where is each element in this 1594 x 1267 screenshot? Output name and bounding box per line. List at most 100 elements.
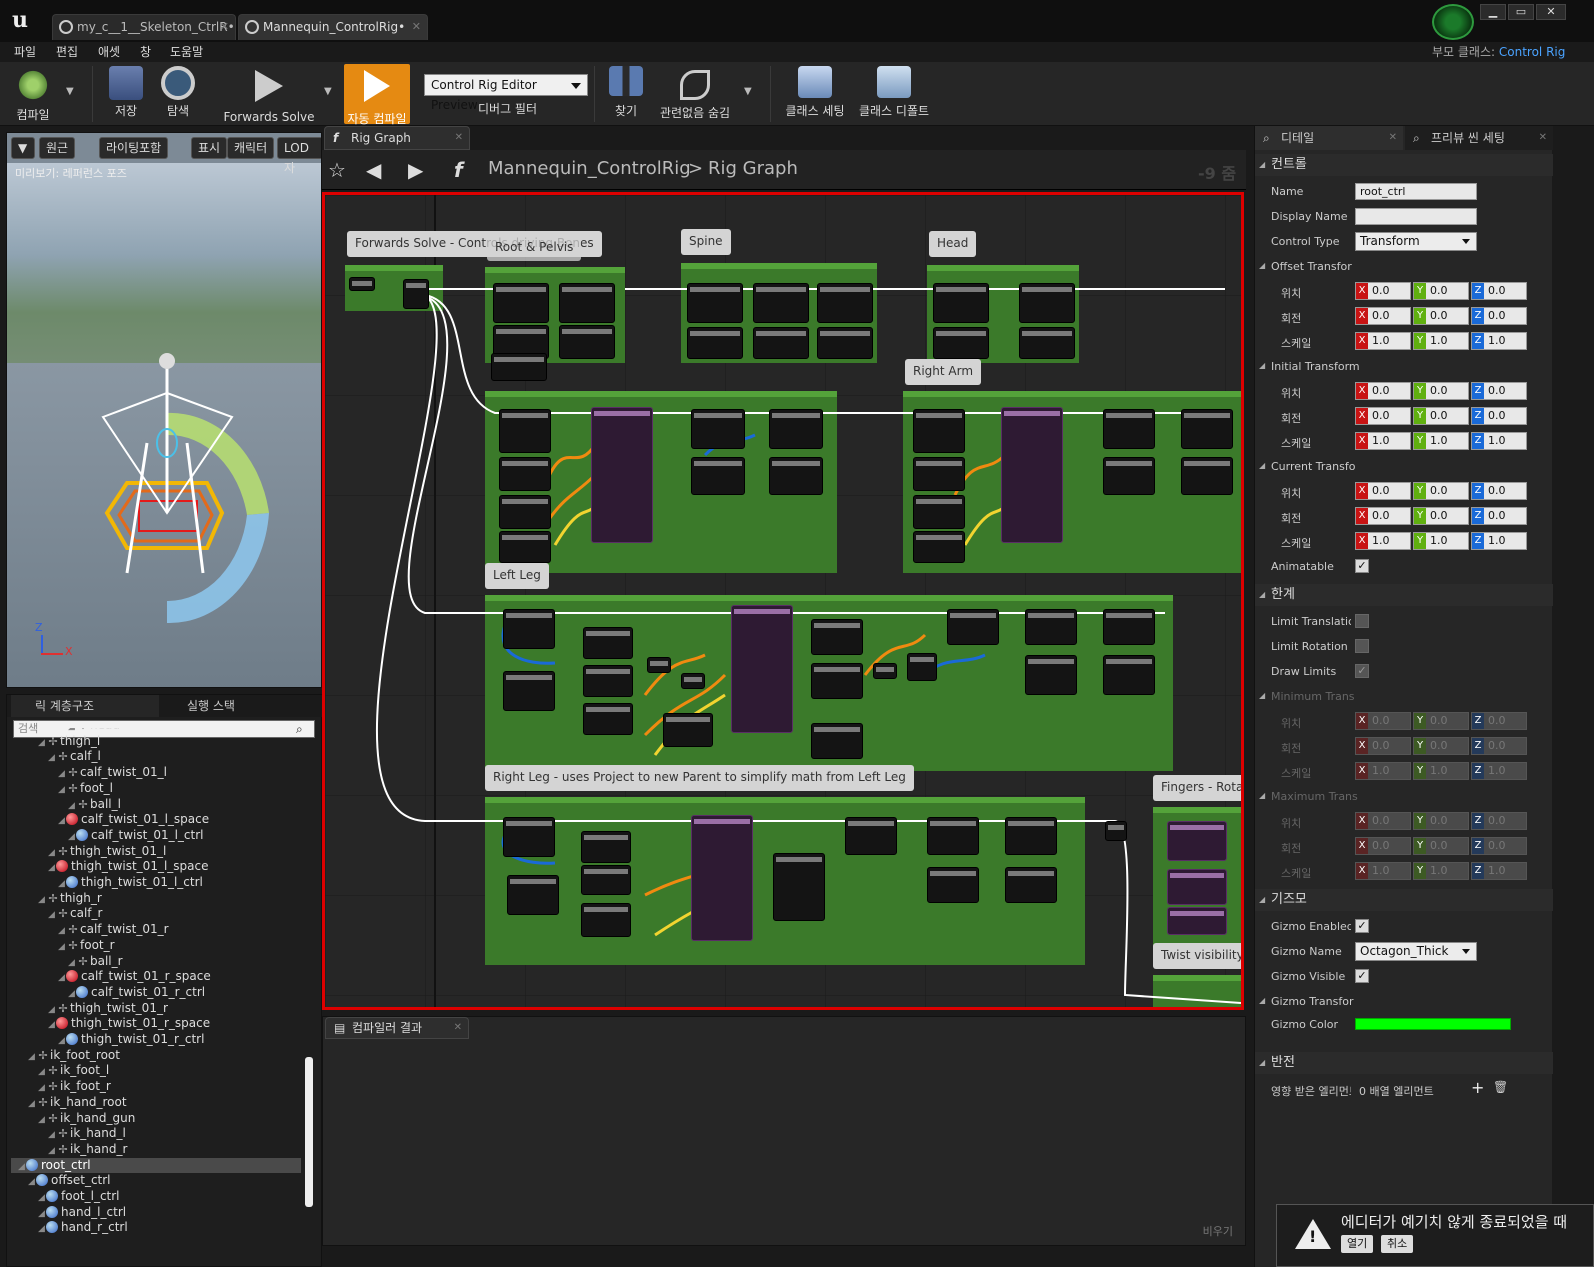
graph-node[interactable] [947,609,999,645]
vector-z-input[interactable]: Z 1.0 [1471,432,1527,450]
graph-node[interactable] [1181,409,1233,449]
parent-class-link[interactable]: Control Rig [1499,45,1565,59]
vector-y-input[interactable]: Y 0.0 [1413,282,1469,300]
comment-title-right-leg[interactable]: Right Leg - uses Project to new Parent t… [485,765,914,791]
initial-transform-group[interactable]: ◢ Initial Transform [1255,355,1553,379]
tree-row[interactable]: ◢ calf_twist_01_l_ctrl [11,828,301,843]
graph-node[interactable] [1167,907,1227,935]
tree-row[interactable]: ◢✢head [11,728,301,733]
graph-node[interactable] [907,653,937,681]
expand-arrow-icon[interactable]: ◢ [1259,361,1265,370]
expand-arrow-icon[interactable]: ◢ [1259,996,1265,1005]
back-arrow-icon[interactable]: ◀ [366,158,381,182]
comment-title-head[interactable]: Head [929,231,977,257]
gizmo-name-select[interactable]: Octagon_Thick [1355,942,1477,961]
tree-row[interactable]: ◢ ✢ thigh_twist_01_l [11,844,301,859]
graph-node[interactable] [1103,409,1155,449]
auto-compile-button[interactable]: 자동 컴파일 [344,64,410,126]
section-control[interactable]: 컨트롤 [1255,154,1553,176]
graph-node[interactable] [753,327,809,359]
tree-row[interactable]: ◢ ✢ calf_r [11,906,301,921]
tree-row[interactable]: ◢ calf_twist_01_l_space [11,812,301,827]
preview-viewport[interactable]: ▼ 원근 라이팅포함 표시 캐릭터 LOD 자 미리보기: 레퍼런스 포즈 Z … [6,132,322,688]
open-button[interactable]: 열기 [1341,1235,1374,1253]
tree-row[interactable]: ◢ ✢ ik_foot_r [11,1079,301,1094]
graph-node[interactable] [773,853,825,921]
close-tab-icon[interactable]: ✕ [220,15,229,39]
show-button[interactable]: 표시 [191,137,228,159]
gizmo-enabled-checkbox[interactable]: ✓ [1355,919,1369,933]
vector-y-input[interactable]: Y 0.0 [1413,307,1469,325]
graph-node[interactable] [559,283,615,323]
tab-mannequin-controlrig[interactable]: Mannequin_ControlRig• ✕ [238,14,428,40]
tree-row[interactable]: ◢ ✢ foot_r [11,938,301,953]
graph-node[interactable] [817,327,873,359]
close-tab-icon[interactable]: ✕ [455,127,463,149]
preview-combo[interactable]: Control Rig Editor Preview [424,74,588,112]
tree-row[interactable]: ◢ ✢ ik_hand_root [11,1095,301,1110]
perspective-button[interactable]: 원근 [39,137,76,159]
vector-z-input[interactable]: Z 0.0 [1471,307,1527,325]
graph-node[interactable] [503,671,555,711]
graph-node[interactable] [753,283,809,323]
graph-node[interactable] [691,457,745,495]
name-input[interactable]: root_ctrl [1355,183,1477,200]
tab-details[interactable]: ⌕ 디테일 ✕ [1255,126,1403,150]
class-defaults-button[interactable]: 클래스 디폴트 [856,64,932,124]
vector-z-input[interactable]: Z 1.0 [1471,332,1527,350]
tree-row[interactable]: ◢ calf_twist_01_r_ctrl [11,985,301,1000]
graph-node[interactable] [913,531,965,563]
menu-window[interactable]: 창 [140,42,151,62]
graph-node[interactable] [933,327,989,359]
tree-row[interactable]: ◢ ✢ thigh_twist_01_r [11,1001,301,1016]
vector-z-input[interactable]: Z 0.0 [1471,282,1527,300]
close-tab-icon[interactable]: ✕ [1539,126,1547,150]
graph-node[interactable] [503,609,555,649]
current-transform-group[interactable]: ◢ Current Transfo [1255,455,1553,479]
graph-node[interactable] [933,283,989,323]
tree-row[interactable]: ◢ calf_twist_01_r_space [11,969,301,984]
graph-node[interactable] [499,531,551,563]
tree-row[interactable]: ◢ hand_r_ctrl [11,1220,301,1235]
comment-title-root-pelvis[interactable]: Root & Pelvis [487,235,582,261]
graph-node[interactable] [581,831,631,863]
vector-x-input[interactable]: X 0.0 [1355,282,1411,300]
tree-row[interactable]: ◢ thigh_twist_01_l_space [11,859,301,874]
tree-row[interactable]: ◢ hand_l_ctrl [11,1205,301,1220]
graph-node[interactable] [493,283,549,323]
graph-node[interactable] [1105,821,1127,841]
graph-node[interactable] [687,327,743,359]
lighting-button[interactable]: 라이팅포함 [99,137,169,159]
expand-arrow-icon[interactable]: ◢ [1259,261,1265,270]
tree-row[interactable]: ◢ ✢ foot_l [11,781,301,796]
graph-node[interactable] [811,723,863,759]
graph-node-ik[interactable] [691,815,753,941]
browse-button[interactable]: 탐색 [156,64,200,124]
graph-node[interactable] [1025,655,1077,695]
menu-asset[interactable]: 애셋 [98,42,120,62]
vector-x-input[interactable]: X 1.0 [1355,532,1411,550]
tab-rig-graph[interactable]: f Rig Graph ✕ [324,126,470,150]
tab-execution-stack[interactable]: 실행 스택 [163,695,311,717]
minimize-button[interactable]: ▁ [1480,4,1506,20]
expand-arrow-icon[interactable]: ◢ [37,1222,46,1237]
character-button[interactable]: 캐릭터 [227,137,275,159]
close-window-button[interactable]: ✕ [1536,4,1566,20]
solve-dropdown-icon[interactable]: ▼ [324,86,332,97]
graph-node[interactable] [769,457,823,495]
graph-node[interactable] [687,283,743,323]
draw-limits-checkbox[interactable]: ✓ [1355,664,1369,678]
tree-row[interactable]: ◢ thigh_twist_01_r_space [11,1016,301,1031]
vector-z-input[interactable]: Z 1.0 [1471,532,1527,550]
animatable-checkbox[interactable]: ✓ [1355,559,1369,573]
close-tab-icon[interactable]: ✕ [1389,126,1397,150]
graph-node[interactable] [769,409,823,449]
gizmo-transform-group[interactable]: ◢ Gizmo Transfor [1255,990,1553,1014]
graph-node[interactable] [491,353,547,381]
tab-rig-hierarchy[interactable]: 릭 계층구조 [11,695,159,717]
tree-row[interactable]: ◢ root_ctrl [11,1157,301,1173]
lod-button[interactable]: LOD 자 [277,137,321,175]
vector-z-input[interactable]: Z 0.0 [1471,407,1527,425]
vector-x-input[interactable]: X 0.0 [1355,307,1411,325]
graph-node[interactable] [1019,327,1075,359]
